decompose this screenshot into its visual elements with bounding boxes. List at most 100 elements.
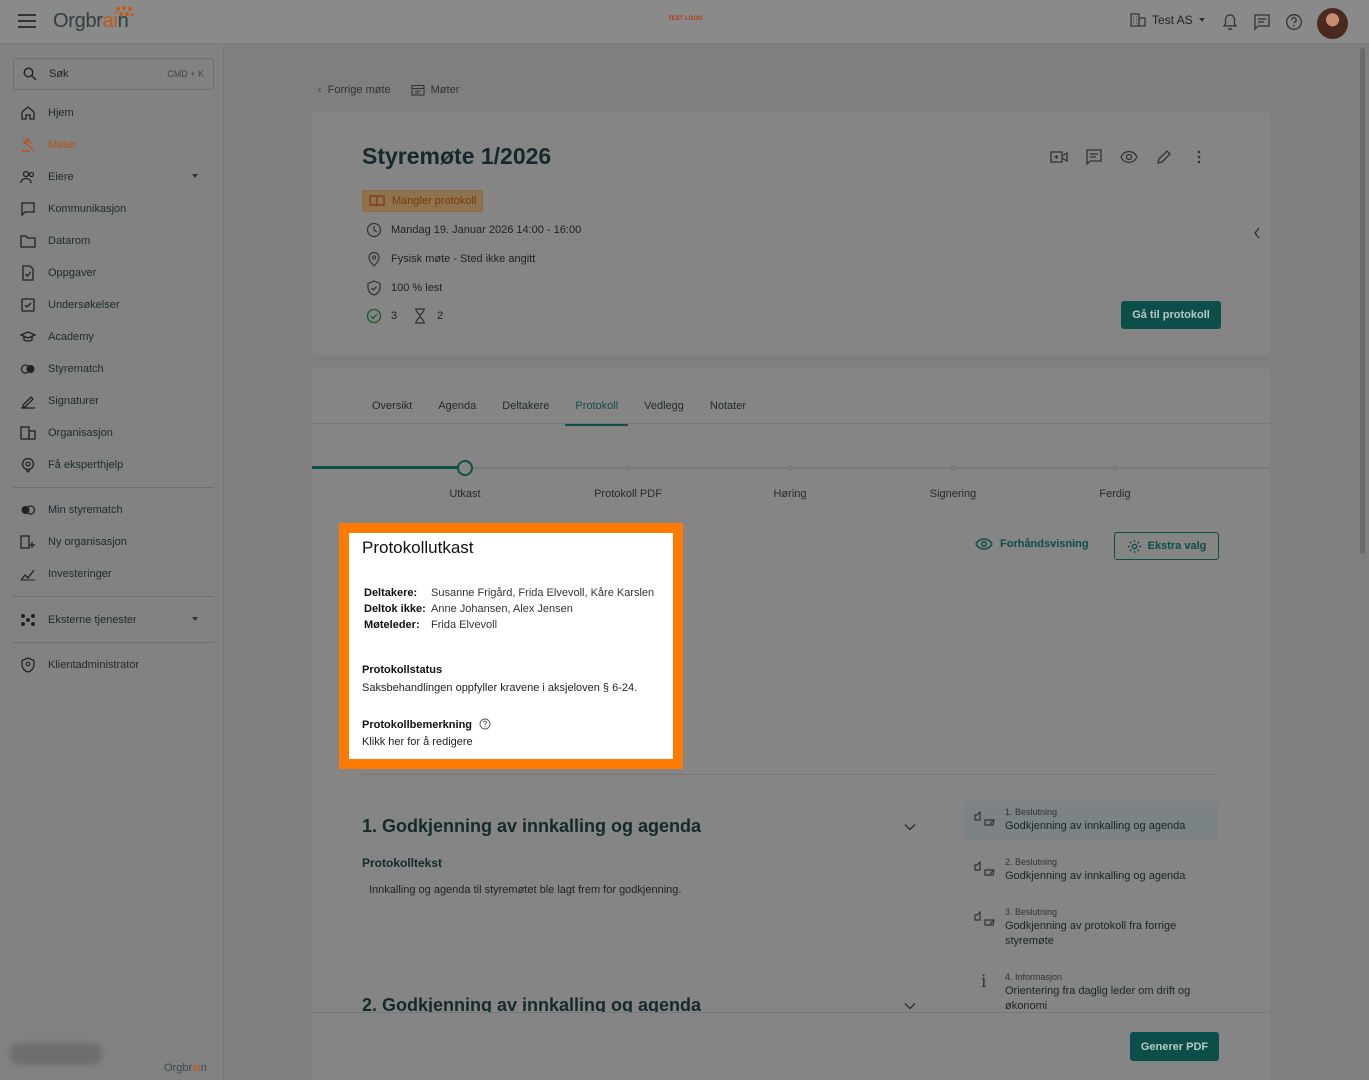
- bell-icon[interactable]: [1221, 13, 1239, 31]
- agenda-item[interactable]: 3. Beslutning Godkjenning av protokoll f…: [964, 901, 1219, 955]
- top-bar: Orgbrain TEST LOGO Test AS: [0, 0, 1369, 44]
- draft-leader: Møteleder: Frida Elvevoll: [364, 619, 498, 631]
- shield-check-icon: [367, 280, 381, 296]
- breadcrumb: ‹ Forrige møte Møter: [318, 84, 459, 96]
- sidebar-item-home[interactable]: Hjem: [20, 103, 210, 123]
- chevron-down-icon: [192, 617, 198, 621]
- divider: [13, 487, 214, 488]
- protocol-draft: Protokollutkast Deltakere: Susanne Frigår…: [349, 533, 673, 759]
- sidebar-item-signatures[interactable]: Signaturer: [20, 391, 210, 411]
- sidebar-item-surveys[interactable]: Undersøkelser: [20, 295, 210, 315]
- protocol-text[interactable]: Innkalling og agenda til styremøtet ble …: [369, 884, 681, 896]
- sidebar-item-owners[interactable]: Eiere: [20, 167, 210, 187]
- meeting-response-counts: 3 2: [366, 308, 443, 324]
- clock-icon: [366, 222, 382, 238]
- stepper-progress: [312, 466, 464, 469]
- extra-options-button[interactable]: Ekstra valg: [1114, 532, 1219, 560]
- section-title[interactable]: 1. Godkjenning av innkalling og agenda: [362, 816, 701, 837]
- sidebar-item-expert-help[interactable]: Få eksperthjelp: [20, 455, 210, 475]
- scrollbar[interactable]: [1360, 48, 1365, 554]
- divider: [362, 774, 1219, 775]
- meeting-read-status: 100 % lest: [366, 280, 442, 296]
- building-icon: [20, 426, 36, 440]
- chat-icon[interactable]: [1253, 13, 1271, 31]
- meetings-link[interactable]: Møter: [431, 84, 460, 96]
- agenda-item[interactable]: 1. Beslutning Godkjenning av innkalling …: [964, 801, 1219, 840]
- agenda-item[interactable]: 2. Beslutning Godkjenning av innkalling …: [964, 851, 1219, 890]
- menu-icon[interactable]: [18, 14, 36, 28]
- draft-title: Protokollutkast: [362, 538, 474, 557]
- more-vertical-icon[interactable]: [1190, 148, 1208, 166]
- search-shortcut: CMD + K: [167, 69, 204, 79]
- eye-icon[interactable]: [1120, 148, 1138, 166]
- chevron-left-icon[interactable]: [1252, 226, 1262, 240]
- sidebar-item-organization[interactable]: Organisasjon: [20, 423, 210, 443]
- goto-protocol-button[interactable]: Gå til protokoll: [1121, 301, 1221, 329]
- draft-participants: Deltakere: Susanne Frigård, Frida Elvevol…: [364, 587, 655, 599]
- sidebar-item-my-boardmatch[interactable]: Min styrematch: [20, 500, 210, 520]
- step-marker: [625, 465, 631, 471]
- sidebar-item-communication[interactable]: Kommunikasjon: [20, 199, 210, 219]
- chevron-down-icon[interactable]: [904, 1002, 916, 1010]
- step-marker: [787, 465, 793, 471]
- step-draft[interactable]: Utkast: [449, 488, 480, 500]
- expert-icon: [21, 457, 35, 473]
- search-icon: [23, 67, 37, 81]
- generate-pdf-button[interactable]: Generer PDF: [1130, 1032, 1219, 1061]
- chevron-left-icon: ‹: [318, 84, 322, 96]
- status-badge: Mangler protokoll: [362, 190, 484, 212]
- edit-icon[interactable]: [1155, 148, 1173, 166]
- building-icon: [1130, 13, 1146, 27]
- gear-icon: [1127, 539, 1141, 553]
- sidebar-item-investments[interactable]: Investeringer: [20, 564, 210, 584]
- message-icon: [21, 202, 35, 217]
- draft-status-text: Saksbehandlingen oppfyller kravene i aks…: [362, 682, 638, 694]
- calendar-icon: [411, 84, 425, 96]
- protocol-text-label: Protokolltekst: [362, 856, 443, 870]
- sidebar-item-academy[interactable]: Academy: [20, 327, 210, 347]
- video-call-icon[interactable]: [1050, 148, 1068, 166]
- home-icon: [21, 106, 35, 120]
- thumbs-up-down-icon: [974, 861, 995, 876]
- search-input[interactable]: Søk CMD + K: [13, 58, 214, 90]
- step-current-marker: [457, 460, 473, 476]
- sidebar-item-external-services[interactable]: Eksterne tjenester: [20, 610, 210, 630]
- sidebar-item-new-organization[interactable]: Ny organisasjon: [20, 532, 210, 552]
- action-footer: [312, 1013, 1270, 1080]
- step-hearing[interactable]: Høring: [773, 488, 806, 500]
- user-avatar[interactable]: [1317, 8, 1348, 39]
- draft-absent: Deltok ikke: Anne Johansen, Alex Jensen: [364, 603, 573, 615]
- page-title: Styremøte 1/2026: [362, 143, 552, 169]
- sidebar-item-dataroom[interactable]: Datarom: [20, 231, 210, 251]
- gavel-icon: [22, 137, 35, 152]
- location-pin-icon: [368, 251, 380, 267]
- step-done[interactable]: Ferdig: [1099, 488, 1130, 500]
- info-help-icon[interactable]: [479, 718, 491, 730]
- chevron-down-icon: [192, 174, 198, 178]
- hourglass-icon: [415, 308, 426, 324]
- thumbs-up-down-icon: [974, 911, 995, 926]
- sidebar-item-boardmatch[interactable]: Styrematch: [20, 359, 210, 379]
- thumbs-up-down-icon: [974, 811, 995, 826]
- draft-remark-edit[interactable]: Klikk her for å redigere: [362, 736, 473, 748]
- shield-icon: [21, 657, 35, 673]
- comment-icon[interactable]: [1085, 148, 1103, 166]
- customer-logo: TEST LOGO: [668, 16, 703, 22]
- info-icon: i: [981, 972, 987, 992]
- draft-remark-label: Protokollbemerkning: [362, 718, 491, 731]
- divider: [13, 642, 214, 643]
- sidebar-item-tasks[interactable]: Oppgaver: [20, 263, 210, 283]
- match-icon: [20, 364, 35, 374]
- help-icon[interactable]: [1285, 13, 1303, 31]
- step-signing[interactable]: Signering: [930, 488, 976, 500]
- step-protocol-pdf[interactable]: Protokoll PDF: [594, 488, 662, 500]
- previous-meeting-link[interactable]: Forrige møte: [328, 84, 391, 96]
- sidebar-item-client-admin[interactable]: Klientadministrator: [20, 655, 210, 675]
- draft-status-label: Protokollstatus: [362, 664, 443, 676]
- sidebar-item-meetings[interactable]: Møter: [20, 135, 210, 155]
- step-marker: [950, 465, 956, 471]
- preview-button[interactable]: Forhåndsvisning: [975, 537, 1089, 551]
- step-marker: [1112, 465, 1118, 471]
- organization-switcher[interactable]: Test AS: [1130, 13, 1205, 27]
- chevron-down-icon[interactable]: [904, 823, 916, 831]
